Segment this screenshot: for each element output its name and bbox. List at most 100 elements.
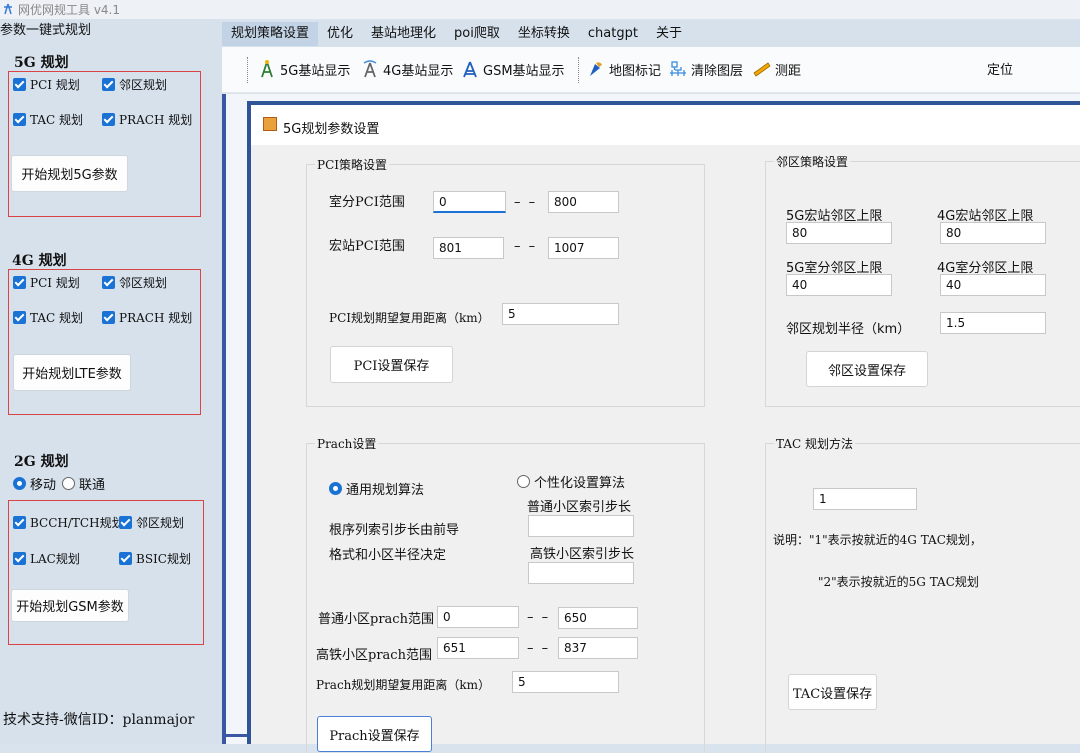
tool-label: GSM基站显示	[483, 63, 565, 79]
indoor-pci-from-input[interactable]: 0	[433, 191, 506, 213]
check-icon	[13, 516, 26, 529]
macro-pci-from-input[interactable]: 801	[433, 237, 504, 259]
group-4g: PCI 规划 邻区规划 TAC 规划 PRACH 规划 开始规划LTE参数	[8, 269, 201, 415]
checkbox-4g-neighbor[interactable]: 邻区规划	[102, 274, 167, 291]
checkbox-2g-bcch[interactable]: BCCH/TCH规划	[13, 514, 124, 531]
tool-measure[interactable]: 测距	[752, 59, 801, 79]
tool-label: 定位	[987, 63, 1014, 78]
check-icon	[119, 552, 132, 565]
checkbox-4g-prach[interactable]: PRACH 规划	[102, 309, 192, 326]
checkbox-label: BCCH/TCH规划	[30, 516, 124, 530]
g5-indoor-nbr-input[interactable]: 40	[786, 274, 892, 296]
range-dash: – –	[514, 239, 538, 254]
tower-gsm-icon	[463, 61, 477, 78]
group-2g: BCCH/TCH规划 邻区规划 LAC规划 BSIC规划 开始规划GSM参数	[8, 500, 204, 645]
g5-macro-nbr-input[interactable]: 80	[786, 222, 892, 244]
prach-desc-1: 根序列索引步长由前导	[329, 523, 460, 538]
fieldset-legend: TAC 规划方法	[774, 435, 856, 452]
menu-about[interactable]: 关于	[647, 22, 691, 46]
menu-geo[interactable]: 基站地理化	[362, 22, 445, 46]
dialog-title: 5G规划参数设置	[283, 122, 380, 137]
check-icon	[102, 78, 115, 91]
left-panel: 参数一键式规划 5G 规划 PCI 规划 邻区规划 TAC 规划 PRACH 规…	[0, 19, 222, 744]
menu-strategy[interactable]: 规划策略设置	[222, 22, 319, 46]
radio-unicom[interactable]: 联通	[62, 474, 105, 493]
tool-gsm-sites[interactable]: GSM基站显示	[460, 59, 565, 79]
tool-5g-sites[interactable]: 5G基站显示	[257, 59, 350, 79]
prach-save-button[interactable]: Prach设置保存	[317, 716, 432, 752]
g4-indoor-nbr-input[interactable]: 40	[940, 274, 1046, 296]
macro-pci-to-input[interactable]: 1007	[548, 237, 619, 259]
hsr-prach-from-input[interactable]: 651	[437, 637, 519, 659]
pci-distance-input[interactable]: 5	[502, 303, 619, 325]
start-lte-button[interactable]: 开始规划LTE参数	[13, 354, 131, 391]
normal-step-label: 普通小区索引步长	[527, 500, 632, 515]
start-5g-button[interactable]: 开始规划5G参数	[11, 155, 128, 192]
section-title-2g: 2G 规划	[14, 454, 69, 470]
fieldset-legend: Prach设置	[315, 435, 379, 452]
toolbar-grip	[247, 57, 248, 83]
checkbox-label: LAC规划	[30, 552, 80, 566]
fieldset-tac: TAC 规划方法 1 说明："1"表示按就近的4G TAC规划， "2"表示按就…	[765, 435, 1080, 753]
fieldset-legend: PCI策略设置	[315, 156, 389, 173]
checkbox-4g-pci[interactable]: PCI 规划	[13, 274, 80, 291]
checkbox-5g-tac[interactable]: TAC 规划	[13, 111, 83, 128]
checkbox-2g-bsic[interactable]: BSIC规划	[119, 550, 191, 567]
group-5g: PCI 规划 邻区规划 TAC 规划 PRACH 规划 开始规划5G参数	[8, 71, 201, 217]
tool-locate[interactable]: 定位	[987, 59, 1013, 78]
checkbox-5g-prach[interactable]: PRACH 规划	[102, 111, 192, 128]
fieldset-neighbor: 邻区策略设置 5G宏站邻区上限 80 4G宏站邻区上限 80 5G室分邻区上限 …	[765, 153, 1080, 407]
map-grid-line	[222, 94, 226, 744]
radio-general-algo[interactable]: 通用规划算法	[329, 479, 424, 498]
check-icon	[13, 311, 26, 324]
checkbox-label: PCI 规划	[30, 276, 80, 290]
hsr-step-label: 高铁小区索引步长	[530, 547, 635, 562]
normal-prach-from-input[interactable]: 0	[437, 606, 519, 628]
checkbox-4g-tac[interactable]: TAC 规划	[13, 309, 83, 326]
radio-label: 个性化设置算法	[534, 476, 626, 491]
tool-label: 地图标记	[609, 63, 662, 79]
start-gsm-button[interactable]: 开始规划GSM参数	[11, 589, 129, 622]
dialog-app-icon	[263, 117, 277, 131]
checkbox-label: BSIC规划	[136, 552, 191, 566]
nbr-save-button[interactable]: 邻区设置保存	[806, 351, 928, 387]
nbr-radius-input[interactable]: 1.5	[940, 312, 1046, 334]
normal-prach-to-input[interactable]: 650	[558, 607, 638, 629]
clear-layer-icon	[670, 61, 686, 76]
indoor-pci-to-input[interactable]: 800	[548, 191, 619, 213]
support-text: 技术支持-微信ID：planmajor	[3, 712, 195, 728]
checkbox-label: 邻区规划	[119, 276, 168, 290]
toolbar-separator	[578, 57, 579, 83]
checkbox-label: PCI 规划	[30, 78, 80, 92]
checkbox-5g-neighbor[interactable]: 邻区规划	[102, 76, 167, 93]
check-icon	[13, 78, 26, 91]
tool-map-mark[interactable]: 地图标记	[586, 59, 661, 79]
menu-coord[interactable]: 坐标转换	[509, 22, 579, 46]
menu-bar: 规划策略设置 优化 基站地理化 poi爬取 坐标转换 chatgpt 关于	[222, 21, 1080, 47]
pci-save-button[interactable]: PCI设置保存	[330, 346, 453, 383]
hsr-step-input[interactable]	[528, 562, 634, 584]
g4-macro-nbr-input[interactable]: 80	[940, 222, 1046, 244]
menu-optimize[interactable]: 优化	[318, 22, 362, 46]
checkbox-2g-lac[interactable]: LAC规划	[13, 550, 80, 567]
checkbox-5g-pci[interactable]: PCI 规划	[13, 76, 80, 93]
menu-chatgpt[interactable]: chatgpt	[579, 22, 647, 46]
radio-label: 移动	[30, 478, 57, 493]
menu-poi[interactable]: poi爬取	[445, 22, 509, 46]
tool-label: 清除图层	[691, 63, 744, 79]
prach-distance-input[interactable]: 5	[512, 671, 619, 693]
check-icon	[13, 552, 26, 565]
check-icon	[102, 311, 115, 324]
radio-mobile[interactable]: 移动	[13, 474, 56, 493]
checkbox-2g-neighbor[interactable]: 邻区规划	[119, 514, 184, 531]
tac-save-button[interactable]: TAC设置保存	[788, 674, 877, 710]
radio-custom-algo[interactable]: 个性化设置算法	[517, 472, 625, 491]
check-icon	[102, 276, 115, 289]
normal-step-input[interactable]	[528, 515, 634, 537]
range-dash: – –	[514, 195, 538, 210]
tool-4g-sites[interactable]: 4G基站显示	[360, 59, 453, 79]
checkbox-label: PRACH 规划	[119, 311, 193, 325]
tac-method-input[interactable]: 1	[813, 488, 917, 510]
hsr-prach-to-input[interactable]: 837	[558, 637, 638, 659]
tool-clear-layer[interactable]: 清除图层	[668, 59, 743, 79]
